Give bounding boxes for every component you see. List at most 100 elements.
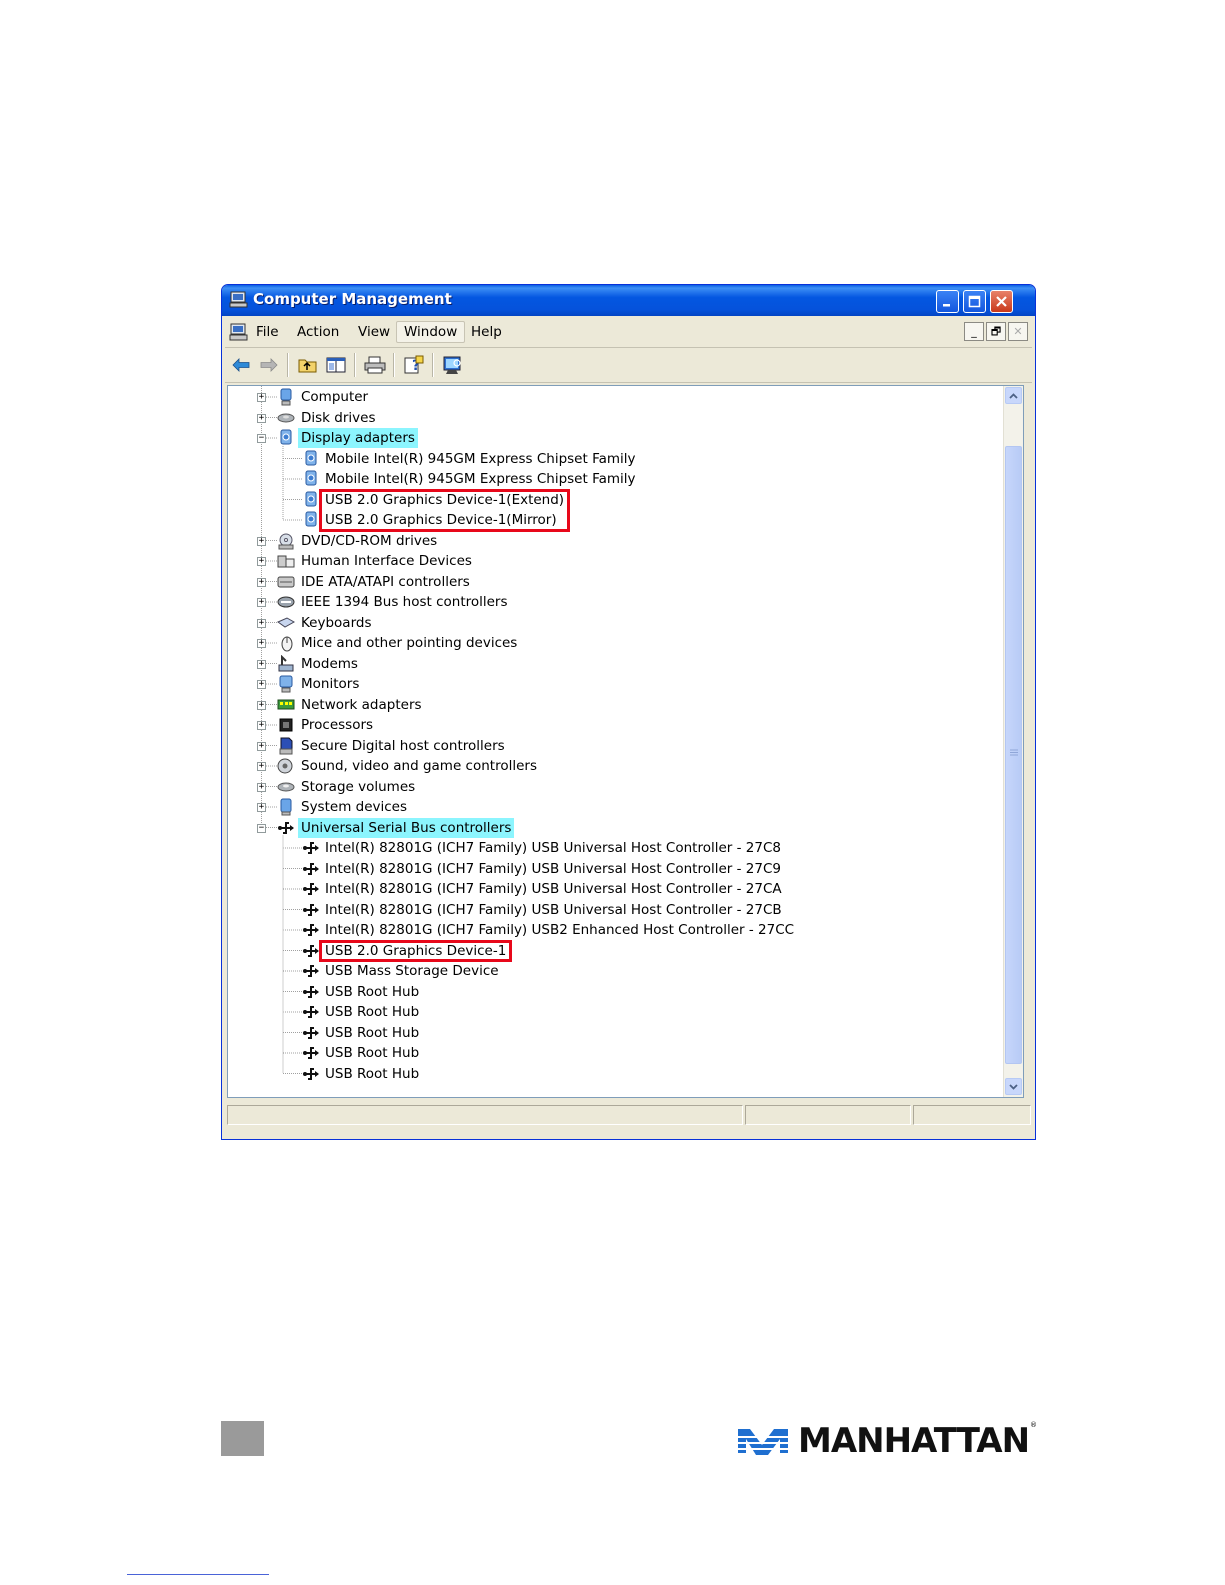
collapse-toggle[interactable]: −	[257, 434, 266, 443]
usb-icon	[303, 965, 319, 977]
tree-device[interactable]: USB Root Hub	[228, 982, 998, 1002]
network-adapter-icon	[277, 699, 295, 709]
expand-toggle[interactable]: +	[257, 782, 266, 792]
manhattan-logo: MANHATTAN ®	[736, 1421, 1039, 1463]
expand-toggle[interactable]: +	[257, 393, 266, 402]
expand-toggle[interactable]: +	[257, 598, 266, 607]
expand-toggle[interactable]: +	[257, 536, 266, 546]
status-segment-3	[913, 1105, 1031, 1125]
child-minimize-button[interactable]: _	[964, 322, 984, 341]
sd-controller-icon	[279, 737, 293, 754]
tree-device[interactable]: USB Root Hub	[228, 1043, 998, 1063]
tree-category[interactable]: + System devices	[228, 797, 998, 817]
scroll-up-button[interactable]	[1005, 387, 1022, 404]
tree-device[interactable]: Intel(R) 82801G (ICH7 Family) USB2 Enhan…	[228, 920, 998, 940]
child-close-button[interactable]: ✕	[1008, 322, 1028, 341]
disk-drive-icon	[277, 413, 295, 422]
tree-item-label: Intel(R) 82801G (ICH7 Family) USB Univer…	[325, 840, 781, 856]
status-segment-2	[745, 1105, 911, 1125]
expand-toggle[interactable]: +	[257, 803, 266, 812]
menu-window[interactable]: Window	[396, 321, 466, 343]
title-bar[interactable]: Computer Management	[222, 285, 1035, 316]
display-adapter-icon	[305, 470, 317, 486]
device-tree-pane[interactable]: + Computer + Disk drives − Display adapters Mo…	[227, 385, 1024, 1098]
tree-device[interactable]: Intel(R) 82801G (ICH7 Family) USB Univer…	[228, 859, 998, 879]
menu-help[interactable]: Help	[464, 321, 509, 343]
tree-category[interactable]: + Monitors	[228, 674, 998, 694]
tree-device[interactable]: Intel(R) 82801G (ICH7 Family) USB Univer…	[228, 838, 998, 858]
up-one-level-button[interactable]	[296, 354, 320, 376]
tree-item-label: Intel(R) 82801G (ICH7 Family) USB Univer…	[325, 881, 782, 897]
tree-category[interactable]: + Secure Digital host controllers	[228, 736, 998, 756]
tree-device[interactable]: Intel(R) 82801G (ICH7 Family) USB Univer…	[228, 900, 998, 920]
system-device-icon	[280, 798, 292, 816]
expand-toggle[interactable]: +	[257, 741, 266, 751]
tree-category[interactable]: − Universal Serial Bus controllers	[228, 817, 998, 838]
maximize-button[interactable]	[963, 290, 986, 313]
keyboard-icon	[277, 616, 295, 628]
tree-category[interactable]: + IDE ATA/ATAPI controllers	[228, 572, 998, 592]
tree-category[interactable]: + Human Interface Devices	[228, 551, 998, 571]
red-callout-box	[319, 939, 512, 962]
expand-toggle[interactable]: +	[257, 659, 266, 669]
tree-category[interactable]: + Disk drives	[228, 408, 998, 428]
tree-category[interactable]: + Computer	[228, 387, 998, 407]
print-button[interactable]	[363, 354, 387, 376]
tree-category[interactable]: + Processors	[228, 715, 998, 735]
expand-toggle[interactable]: +	[257, 680, 266, 689]
mmc-document-icon[interactable]	[229, 322, 249, 342]
toolbar-separator	[354, 353, 356, 377]
expand-toggle[interactable]: +	[257, 413, 266, 423]
footer-rule	[127, 1574, 269, 1575]
printer-icon	[364, 356, 386, 374]
scan-hardware-button[interactable]	[441, 354, 465, 376]
tree-category[interactable]: + Storage volumes	[228, 777, 998, 797]
expand-toggle[interactable]: +	[257, 639, 266, 648]
vertical-scrollbar[interactable]	[1003, 386, 1023, 1097]
expand-toggle[interactable]: +	[257, 618, 266, 628]
tree-device[interactable]: Intel(R) 82801G (ICH7 Family) USB Univer…	[228, 879, 998, 899]
forward-button[interactable]	[257, 354, 281, 376]
tree-category[interactable]: + IEEE 1394 Bus host controllers	[228, 592, 998, 612]
tree-device[interactable]: USB Root Hub	[228, 1023, 998, 1043]
tree-category[interactable]: + Keyboards	[228, 613, 998, 633]
collapse-toggle[interactable]: −	[257, 823, 266, 833]
menu-file[interactable]: File	[249, 321, 286, 343]
tree-device[interactable]: USB Root Hub	[228, 1002, 998, 1022]
tree-item-label: Keyboards	[301, 614, 372, 631]
tree-device[interactable]: USB Root Hub	[228, 1064, 998, 1084]
close-button[interactable]	[990, 290, 1013, 313]
scroll-thumb[interactable]	[1005, 446, 1022, 1064]
tree-device[interactable]: Mobile Intel(R) 945GM Express Chipset Fa…	[228, 469, 998, 489]
usb-icon	[303, 1026, 319, 1039]
show-hide-console-tree-button[interactable]	[324, 354, 348, 376]
menu-view[interactable]: View	[351, 321, 397, 343]
tree-item-label: Secure Digital host controllers	[301, 737, 505, 754]
expand-toggle[interactable]: +	[257, 557, 266, 566]
tree-category[interactable]: + Mice and other pointing devices	[228, 633, 998, 653]
tree-category[interactable]: + Sound, video and game controllers	[228, 756, 998, 776]
scroll-down-button[interactable]	[1005, 1078, 1022, 1095]
properties-help-button[interactable]: ?	[402, 354, 426, 376]
tree-item-label: USB Root Hub	[325, 1065, 420, 1082]
child-restore-button[interactable]: 🗗	[986, 322, 1006, 341]
chevron-up-icon	[1009, 392, 1018, 399]
tree-device[interactable]: USB Mass Storage Device	[228, 961, 998, 981]
expand-toggle[interactable]: +	[257, 762, 266, 771]
tree-category[interactable]: + DVD/CD-ROM drives	[228, 531, 998, 551]
minimize-button[interactable]	[936, 290, 959, 313]
back-button[interactable]	[229, 354, 253, 376]
menu-action[interactable]: Action	[290, 321, 346, 343]
tree-item-label: Storage volumes	[301, 778, 416, 795]
tree-category[interactable]: + Modems	[228, 654, 998, 674]
folder-up-icon	[298, 359, 317, 373]
expand-toggle[interactable]: +	[257, 577, 266, 587]
tree-category[interactable]: + Network adapters	[228, 695, 998, 715]
tree-item-label: USB Root Hub	[325, 1045, 420, 1061]
expand-toggle[interactable]: +	[257, 700, 266, 710]
usb-icon	[303, 1006, 319, 1018]
expand-toggle[interactable]: +	[257, 721, 266, 730]
tree-device[interactable]: Mobile Intel(R) 945GM Express Chipset Fa…	[228, 449, 998, 469]
page-number-box	[221, 1421, 264, 1456]
tree-category[interactable]: − Display adapters	[228, 428, 998, 448]
